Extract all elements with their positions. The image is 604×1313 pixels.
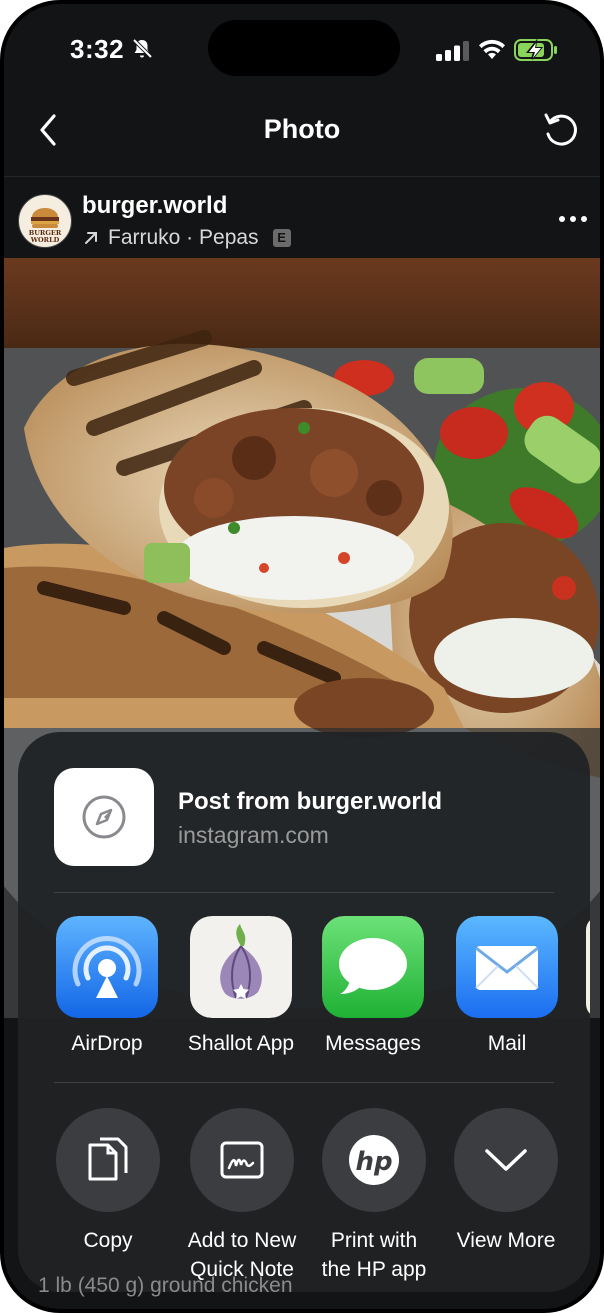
nav-divider: [4, 176, 600, 177]
quick-note-icon: [190, 1108, 294, 1212]
refresh-icon[interactable]: [540, 110, 580, 150]
avatar[interactable]: BURGER WORLD: [18, 194, 72, 248]
share-app-airdrop[interactable]: AirDrop: [56, 916, 158, 1056]
airdrop-icon: [56, 916, 158, 1018]
burger-world-logo: BURGER WORLD: [20, 196, 70, 246]
action-quick-note[interactable]: Add to New Quick Note: [188, 1108, 296, 1284]
silent-mode-icon: [132, 38, 153, 59]
compass-icon: [82, 795, 126, 839]
share-sheet: Post from burger.world instagram.com Air…: [18, 732, 590, 1292]
share-app-label: Messages: [325, 1032, 421, 1055]
phone-frame: 3:32 Photo BURGER WORLD burger.world Far…: [0, 0, 604, 1313]
action-view-more[interactable]: View More: [454, 1108, 558, 1255]
action-label: View More: [456, 1229, 556, 1252]
explicit-badge: E: [272, 229, 291, 247]
chevron-down-icon: [454, 1108, 558, 1212]
cellular-signal-icon: [436, 41, 469, 61]
post-username[interactable]: burger.world: [82, 192, 227, 220]
status-time: 3:32: [70, 34, 125, 64]
arrow-up-right-icon: [85, 232, 97, 244]
messages-icon: [322, 916, 424, 1018]
share-app-label: AirDrop: [71, 1032, 143, 1055]
action-copy[interactable]: Copy: [56, 1108, 160, 1255]
link-preview-thumbnail: [54, 768, 154, 866]
sheet-divider: [54, 1082, 554, 1083]
share-app-peek[interactable]: [586, 916, 590, 1018]
more-options-icon[interactable]: [556, 202, 590, 236]
dynamic-island: [208, 20, 400, 76]
share-app-mail[interactable]: Mail: [456, 916, 558, 1056]
share-app-shallot[interactable]: Shallot App: [188, 916, 294, 1056]
sheet-divider: [54, 892, 554, 893]
svg-text:hp: hp: [355, 1147, 392, 1177]
share-link-url: instagram.com: [178, 822, 329, 848]
battery-charging-icon: [514, 39, 557, 61]
mail-icon: [456, 916, 558, 1018]
share-app-messages[interactable]: Messages: [322, 916, 424, 1056]
copy-icon: [56, 1108, 160, 1212]
share-app-label: Mail: [487, 1032, 527, 1055]
post-music[interactable]: Farruko · Pepas E: [82, 226, 291, 250]
background-caption: 1 lb (450 g) ground chicken: [38, 1274, 293, 1297]
share-app-label: Shallot App: [187, 1032, 295, 1055]
svg-text:WORLD: WORLD: [30, 236, 60, 244]
share-link-title: Post from burger.world: [178, 788, 443, 815]
action-print-hp[interactable]: hp Print with the HP app: [322, 1108, 426, 1284]
hp-icon: hp: [322, 1108, 426, 1212]
screen: 3:32 Photo BURGER WORLD burger.world Far…: [4, 4, 600, 1309]
page-title: Photo: [263, 114, 341, 144]
wifi-icon: [479, 39, 505, 59]
music-label: Farruko · Pepas: [108, 226, 259, 249]
onion-icon: [190, 916, 292, 1018]
